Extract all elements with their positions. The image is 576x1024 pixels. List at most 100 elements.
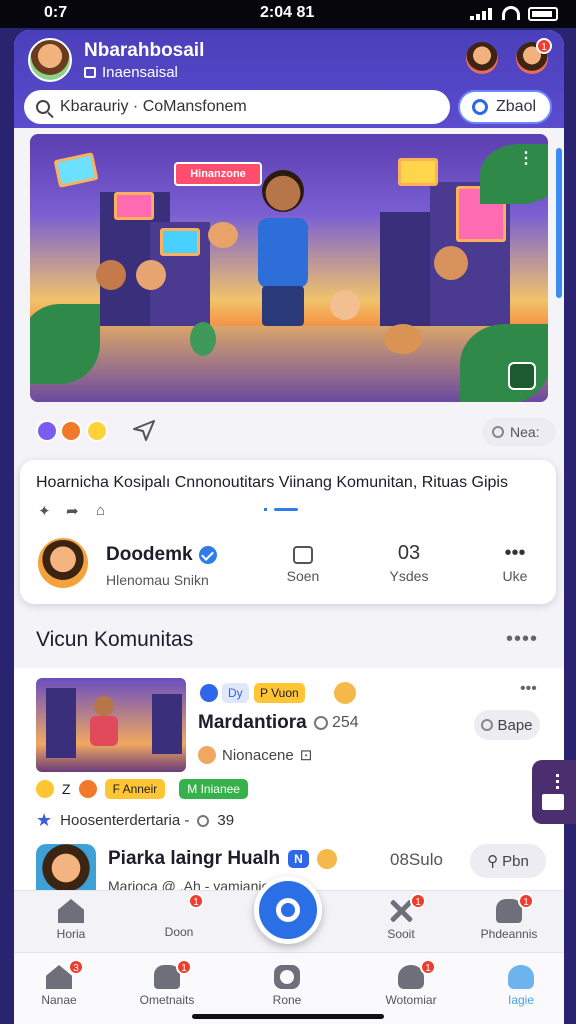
section-more-icon[interactable]: •••• bbox=[506, 628, 538, 651]
filter-icon bbox=[472, 99, 488, 115]
child-head bbox=[330, 290, 360, 320]
coin-icon bbox=[36, 780, 54, 798]
community-title-2[interactable]: Piarka laingr Hualh N bbox=[108, 848, 337, 870]
member-count-2: 08Sulo bbox=[390, 850, 443, 869]
tab-search-badge: 1 bbox=[188, 893, 204, 909]
notification-badge: 1 bbox=[536, 38, 552, 54]
next-button-label: Nea: bbox=[510, 424, 540, 440]
tab-news[interactable]: Nanae 3 bbox=[14, 959, 104, 1007]
header: Nbarahbosail Inaensaisal 1 Kbarauriy · C… bbox=[14, 30, 564, 128]
battery-icon bbox=[528, 7, 558, 21]
tab-tools[interactable]: Sooit 1 bbox=[356, 893, 446, 941]
post-card[interactable]: Hoarnicha Kosipalı Cnnonoutitars Viinang… bbox=[20, 460, 556, 604]
pin-icon[interactable]: ✦ bbox=[38, 502, 51, 520]
forward-icon[interactable]: ➦ bbox=[66, 502, 79, 520]
community-thumbnail[interactable] bbox=[36, 678, 186, 772]
next-button[interactable]: Nea: bbox=[482, 418, 556, 446]
profile-avatar[interactable] bbox=[28, 38, 72, 82]
plant bbox=[460, 324, 548, 402]
scrollbar[interactable] bbox=[556, 148, 562, 298]
flag-icon: ⊡ bbox=[299, 747, 313, 764]
filter-pill-button[interactable]: Zbaol bbox=[458, 90, 552, 124]
stat-comments[interactable]: Soen bbox=[268, 542, 338, 584]
app-window: Nbarahbosail Inaensaisal 1 Kbarauriy · C… bbox=[14, 30, 564, 1024]
cat bbox=[190, 322, 216, 356]
thumb-figure bbox=[94, 696, 114, 716]
reaction-haha-icon[interactable] bbox=[86, 420, 108, 442]
tab-profile[interactable]: Iagie bbox=[476, 965, 564, 1007]
community-title-2-text: Piarka laingr Hualh bbox=[108, 848, 281, 869]
stat-likes[interactable]: ••• Uke bbox=[480, 542, 550, 584]
join-icon bbox=[481, 719, 494, 731]
hero-banner-sign: Hinanzone bbox=[174, 162, 262, 186]
member-count: 254 bbox=[314, 714, 359, 732]
post-actions: Nea: bbox=[30, 408, 556, 456]
join-button-2-label: Pbn bbox=[502, 852, 529, 870]
hero-image[interactable]: Hinanzone ⋮ bbox=[30, 134, 548, 402]
avatar-small bbox=[78, 780, 97, 798]
tab-comments[interactable]: Ometnaits 1 bbox=[122, 959, 212, 1007]
side-drawer-handle[interactable] bbox=[532, 760, 576, 824]
tab-search[interactable]: Doon 1 bbox=[134, 893, 224, 981]
reaction-like-icon[interactable] bbox=[36, 420, 58, 442]
tab-news-badge: 3 bbox=[68, 959, 84, 975]
author-name[interactable]: Doodemk bbox=[106, 544, 217, 566]
friend-avatar-1[interactable] bbox=[466, 42, 498, 74]
carousel-dot bbox=[264, 508, 267, 511]
item-more-icon[interactable]: ••• bbox=[520, 680, 537, 698]
tab-comments-label: Ometnaits bbox=[139, 993, 195, 1007]
tab-search-label: Doon bbox=[164, 925, 194, 939]
thumb-figure bbox=[90, 716, 118, 746]
character-legs bbox=[262, 286, 304, 326]
tab-home[interactable]: Horia bbox=[26, 899, 116, 941]
join-button[interactable]: Bape bbox=[474, 710, 540, 740]
search-icon bbox=[36, 100, 50, 114]
tab-tools-label: Sooit bbox=[387, 927, 415, 941]
status-left-text: 0:7 bbox=[44, 4, 68, 21]
chip-status[interactable]: P Vuon bbox=[254, 683, 305, 703]
tag-row: Z F Anneir M Inianee bbox=[36, 778, 248, 800]
share-icon[interactable] bbox=[132, 418, 156, 442]
comment-icon bbox=[293, 546, 313, 564]
community-title[interactable]: Mardantiora bbox=[198, 712, 307, 734]
chip-category[interactable]: Dy bbox=[222, 683, 249, 703]
search-bar[interactable]: Kbarauriy · CoMansfonem bbox=[24, 90, 450, 124]
app-subtitle-text: Inaensaisal bbox=[102, 64, 178, 81]
app-title: Nbarahbosail bbox=[84, 40, 205, 61]
tab-people[interactable]: Phdeannis 1 bbox=[464, 893, 554, 941]
member-count-value: 254 bbox=[332, 714, 359, 731]
dog bbox=[384, 324, 422, 354]
neon-sign bbox=[398, 158, 438, 186]
tag-chip-green[interactable]: M Inianee bbox=[179, 779, 248, 799]
post-caption: Hoarnicha Kosipalı Cnnonoutitars Viinang… bbox=[36, 474, 508, 491]
carousel-indicator bbox=[274, 508, 298, 511]
search-input[interactable]: Kbarauriy · CoMansfonem bbox=[60, 98, 247, 116]
tag-chip-orange[interactable]: F Anneir bbox=[104, 779, 166, 799]
status-time: 2:04 81 bbox=[260, 4, 315, 21]
profile-icon bbox=[508, 965, 534, 989]
stat-likes-label: Uke bbox=[502, 568, 528, 584]
join-button-2[interactable]: ⚲ Pbn bbox=[470, 844, 546, 878]
community-type-icon bbox=[200, 684, 218, 702]
members-icon bbox=[314, 716, 328, 730]
stat-shares[interactable]: 03 Ysdes bbox=[374, 542, 444, 584]
tab-camera[interactable]: Rone bbox=[242, 965, 332, 1007]
more-dots-icon: ••• bbox=[504, 542, 526, 564]
expand-icon[interactable] bbox=[508, 362, 536, 390]
tab-tools-badge: 1 bbox=[410, 893, 426, 909]
tab-friends[interactable]: Wotomiar 1 bbox=[366, 959, 456, 1007]
pin-icon-2: ⚲ bbox=[487, 853, 499, 870]
home-small-icon[interactable]: ⌂ bbox=[96, 502, 105, 519]
tab-friends-badge: 1 bbox=[420, 959, 436, 975]
tab-profile-label: Iagie bbox=[507, 993, 535, 1007]
owner-avatar bbox=[198, 746, 216, 764]
author-avatar[interactable] bbox=[38, 538, 88, 588]
more-options-icon[interactable]: ⋮ bbox=[518, 148, 534, 168]
rating-icon bbox=[197, 814, 210, 827]
tab-people-badge: 1 bbox=[518, 893, 534, 909]
create-fab-button[interactable] bbox=[254, 876, 322, 944]
reaction-love-icon[interactable] bbox=[60, 420, 82, 442]
emoji-icon-2 bbox=[316, 849, 337, 869]
tag-blue: N bbox=[288, 850, 309, 868]
stat-comments-label: Soen bbox=[286, 568, 320, 584]
